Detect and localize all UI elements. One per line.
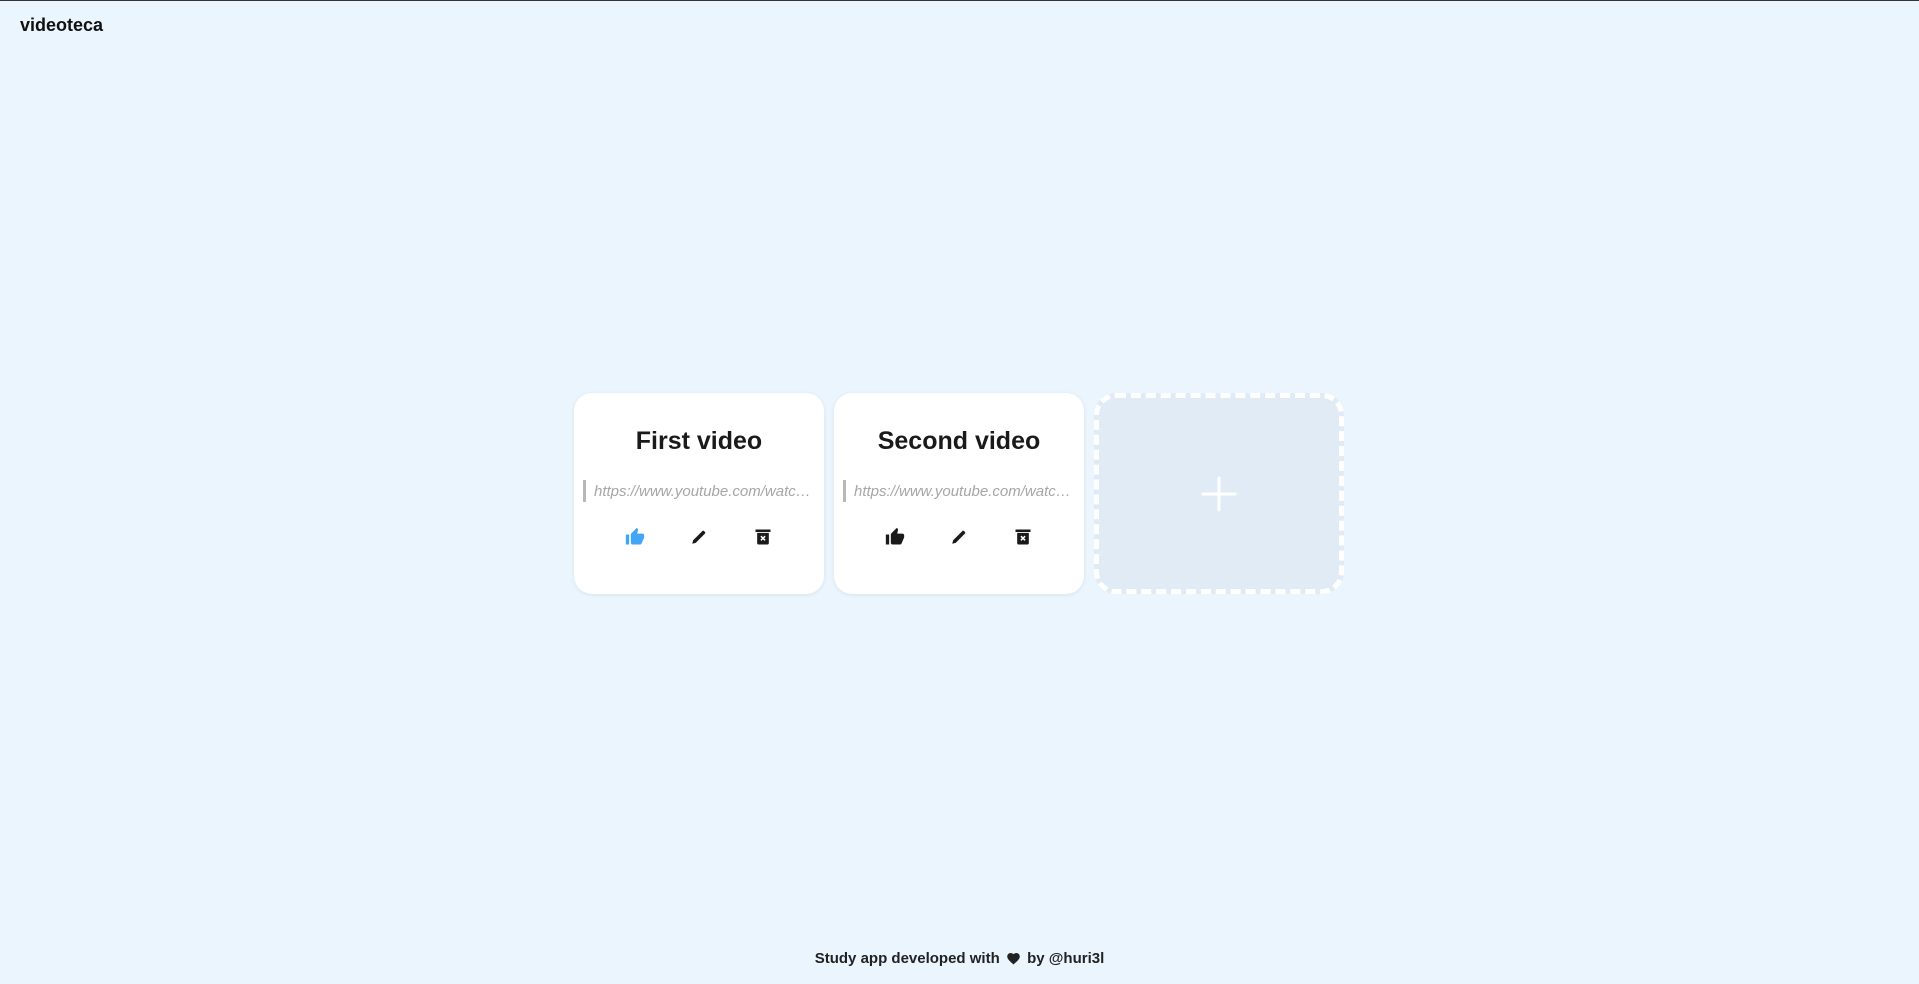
trash-icon xyxy=(755,529,771,545)
like-button[interactable] xyxy=(624,526,646,548)
video-card-list: First video Second vide xyxy=(574,393,1344,594)
video-title: Second video xyxy=(877,427,1041,455)
thumbs-up-icon xyxy=(625,527,645,545)
video-card: Second video xyxy=(834,393,1084,594)
thumbs-up-icon xyxy=(885,527,905,545)
video-url-input[interactable] xyxy=(843,480,1075,502)
add-video-button[interactable] xyxy=(1094,393,1344,594)
pencil-icon xyxy=(692,530,706,544)
delete-button[interactable] xyxy=(752,526,774,548)
video-card: First video xyxy=(574,393,824,594)
like-button[interactable] xyxy=(884,526,906,548)
edit-button[interactable] xyxy=(948,526,970,548)
video-url-input[interactable] xyxy=(583,480,815,502)
footer: Study app developed with by @huri3l xyxy=(0,950,1919,969)
delete-button[interactable] xyxy=(1012,526,1034,548)
pencil-icon xyxy=(952,530,966,544)
trash-icon xyxy=(1015,529,1031,545)
video-card-actions xyxy=(884,526,1034,548)
plus-icon xyxy=(1201,476,1237,511)
heart-icon xyxy=(1006,951,1021,969)
footer-author: by @huri3l xyxy=(1027,950,1105,967)
app-title: videoteca xyxy=(20,15,104,35)
video-card-actions xyxy=(624,526,774,548)
video-title: First video xyxy=(635,427,763,455)
footer-text: Study app developed with xyxy=(814,950,1000,967)
edit-button[interactable] xyxy=(688,526,710,548)
